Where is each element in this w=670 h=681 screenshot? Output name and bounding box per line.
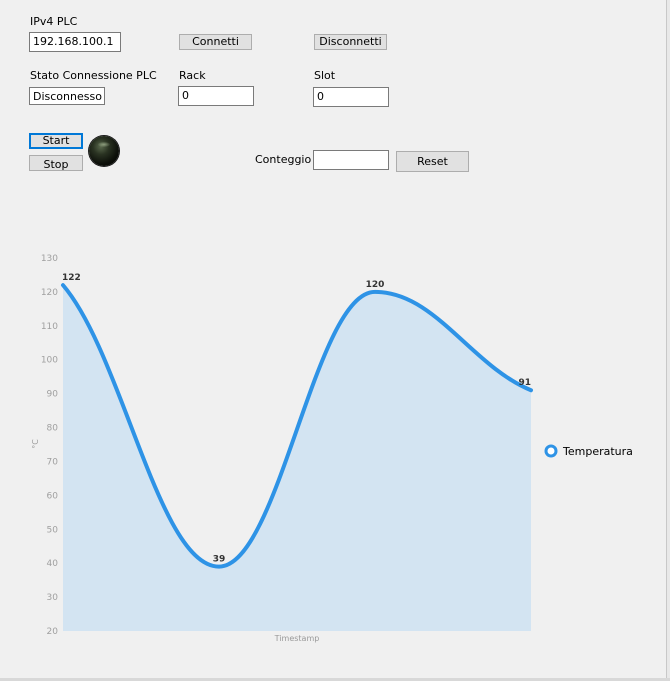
y-tick-label: 90 <box>47 390 59 400</box>
x-axis-title: Timestamp <box>274 634 320 643</box>
y-tick-label: 120 <box>41 288 58 298</box>
window-right-edge <box>666 0 670 681</box>
y-tick-label: 100 <box>41 356 58 366</box>
y-tick-label: 70 <box>47 457 59 467</box>
legend-item-temperatura[interactable]: Temperatura <box>544 444 633 458</box>
legend-label: Temperatura <box>562 445 633 458</box>
y-tick-label: 130 <box>41 254 58 264</box>
y-axis-title: °C <box>31 439 40 449</box>
y-tick-label: 40 <box>47 559 59 569</box>
y-tick-label: 110 <box>41 322 58 332</box>
data-label: 120 <box>366 280 385 290</box>
y-tick-label: 20 <box>47 627 59 637</box>
data-label: 122 <box>62 273 81 283</box>
data-label: 39 <box>213 555 226 565</box>
legend-marker-icon <box>544 444 558 458</box>
y-axis-ticks: 130 120 110 100 90 80 70 60 50 40 30 20 <box>41 254 58 637</box>
y-tick-label: 80 <box>47 424 59 434</box>
y-tick-label: 30 <box>47 593 59 603</box>
data-label: 91 <box>518 378 531 388</box>
y-tick-label: 60 <box>47 491 59 501</box>
temperature-chart: 1301201101009080706050403020 1223912091 … <box>31 254 633 643</box>
y-tick-label: 50 <box>47 525 59 535</box>
